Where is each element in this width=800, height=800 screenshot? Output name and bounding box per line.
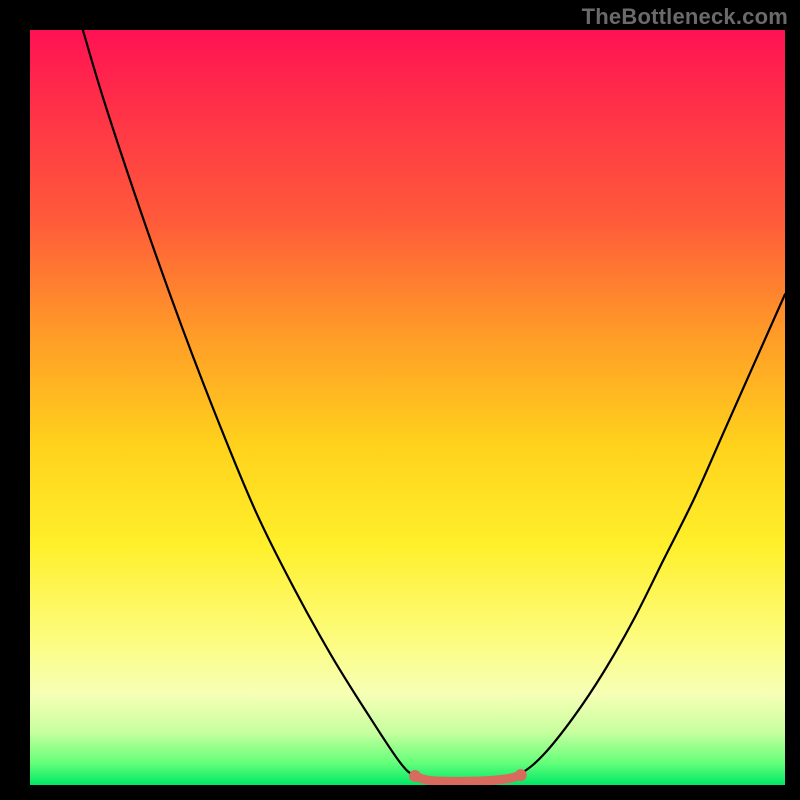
left-curve-path <box>83 30 430 779</box>
chart-stage: TheBottleneck.com <box>0 0 800 800</box>
right-curve-path <box>506 294 785 779</box>
highlight-dot-left <box>409 770 421 782</box>
bottom-highlight-path <box>415 775 521 781</box>
highlight-dot-right <box>515 769 527 781</box>
watermark-text: TheBottleneck.com <box>582 4 788 30</box>
chart-svg <box>30 30 785 785</box>
plot-area <box>30 30 785 785</box>
